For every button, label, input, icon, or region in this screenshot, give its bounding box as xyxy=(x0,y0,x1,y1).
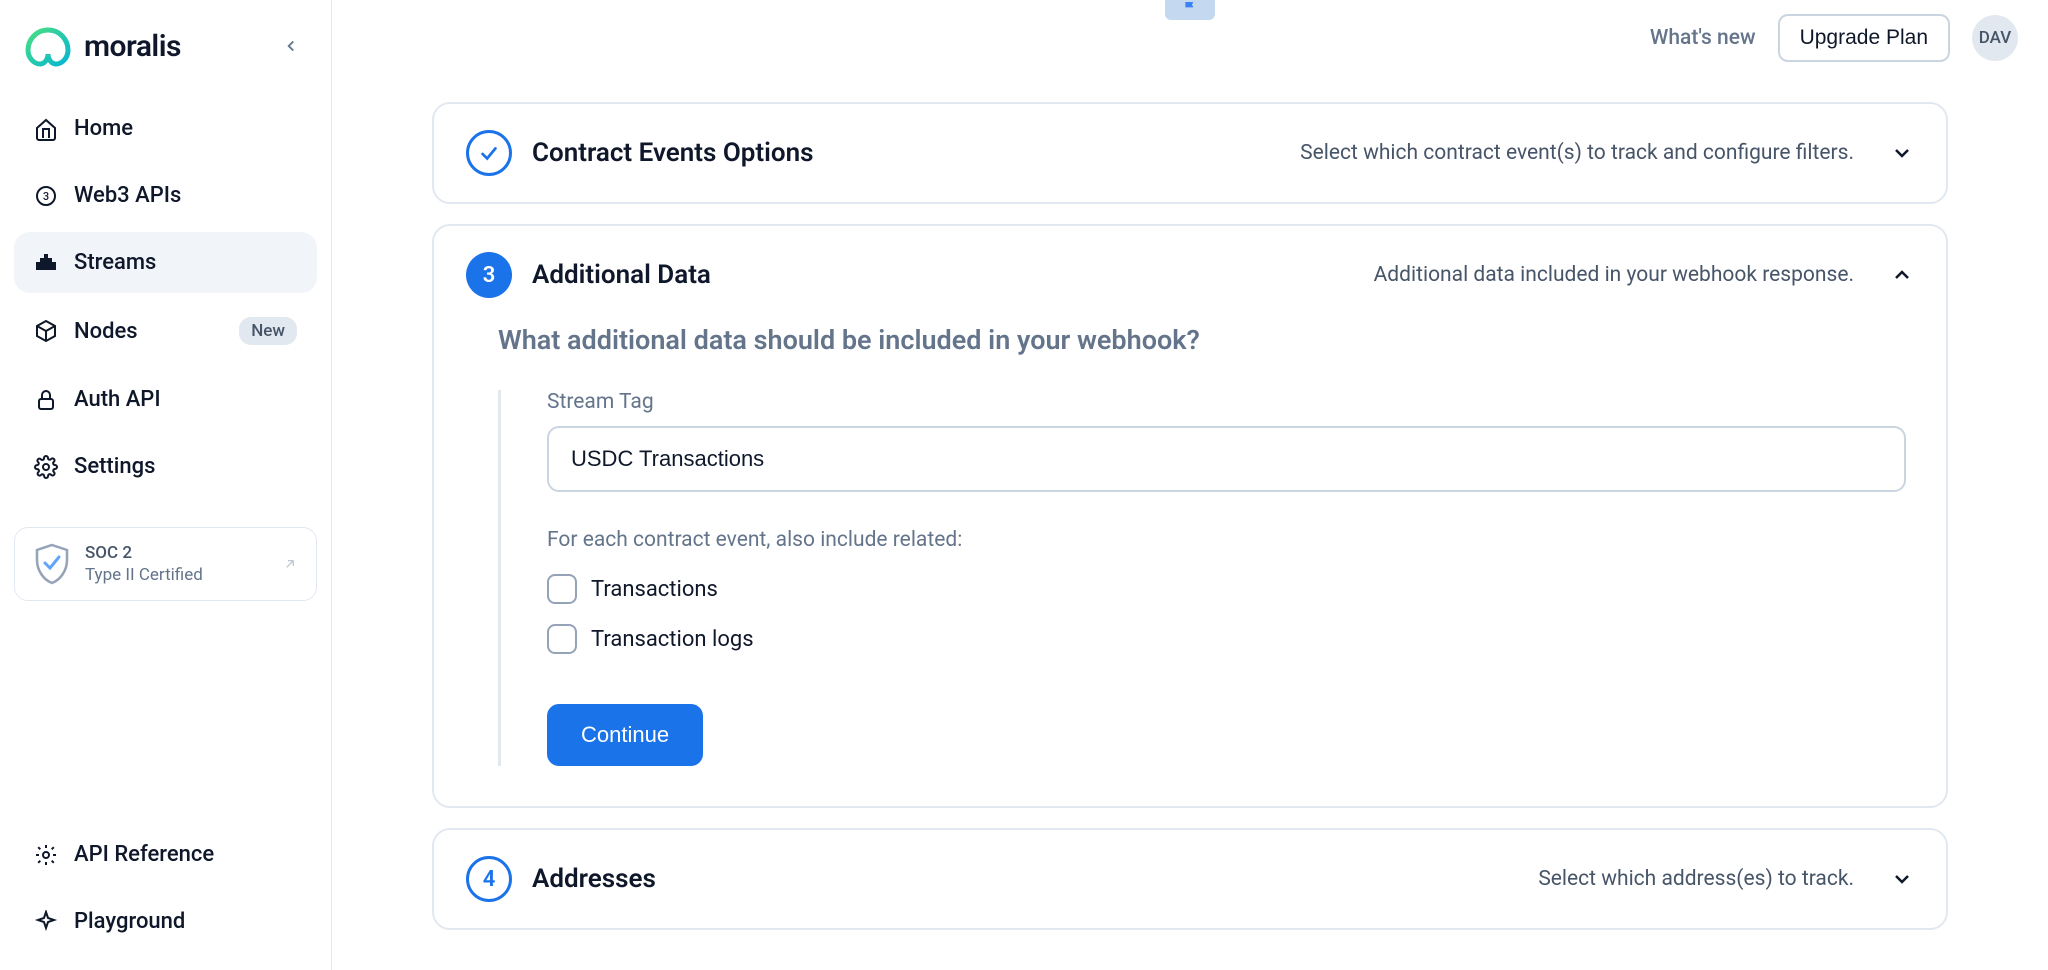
section-contract-events: Contract Events Options Select which con… xyxy=(432,102,1948,204)
chevron-up-icon xyxy=(1890,263,1914,287)
section-body: What additional data should be included … xyxy=(434,324,1946,806)
nav-label: Playground xyxy=(74,909,185,934)
chevron-down-icon xyxy=(1890,141,1914,165)
nav-label: Auth API xyxy=(74,387,161,412)
feedback-tab[interactable] xyxy=(1165,0,1215,20)
section-header-additional-data[interactable]: 3 Additional Data Additional data includ… xyxy=(434,226,1946,324)
soc2-text: SOC 2 Type II Certified xyxy=(85,542,203,586)
svg-text:3: 3 xyxy=(43,190,49,203)
wave-icon xyxy=(34,251,58,275)
home-icon xyxy=(34,117,58,141)
chevron-left-icon xyxy=(282,37,300,55)
avatar[interactable]: DAV xyxy=(1972,15,2018,61)
whats-new-link[interactable]: What's new xyxy=(1650,26,1756,50)
logo-row: moralis xyxy=(14,18,317,98)
nav-label: Streams xyxy=(74,250,156,275)
external-link-icon xyxy=(282,556,298,572)
stream-tag-label: Stream Tag xyxy=(547,390,1906,414)
checkbox-icon xyxy=(547,574,577,604)
topbar: What's new Upgrade Plan DAV xyxy=(332,0,2048,62)
checkbox-label: Transactions xyxy=(591,577,718,602)
sparkle-icon xyxy=(34,910,58,934)
nav-label: Web3 APIs xyxy=(74,183,181,208)
sidebar: moralis Home 3 Web3 APIs xyxy=(0,0,332,970)
soc2-subtitle: Type II Certified xyxy=(85,564,203,586)
main: What's new Upgrade Plan DAV Contract Eve… xyxy=(332,0,2048,970)
sidebar-item-home[interactable]: Home xyxy=(14,98,317,159)
sidebar-item-api-reference[interactable]: API Reference xyxy=(14,824,317,885)
section-subtitle: Select which contract event(s) to track … xyxy=(1300,141,1854,165)
flag-icon xyxy=(1182,0,1198,16)
sidebar-item-authapi[interactable]: Auth API xyxy=(14,369,317,430)
gear-icon xyxy=(34,843,58,867)
include-label: For each contract event, also include re… xyxy=(547,528,1906,552)
field-block: Stream Tag For each contract event, also… xyxy=(498,390,1906,766)
stream-tag-input[interactable] xyxy=(547,426,1906,492)
primary-nav: Home 3 Web3 APIs Streams Nodes New xyxy=(14,98,317,497)
section-additional-data: 3 Additional Data Additional data includ… xyxy=(432,224,1948,808)
nav-label: API Reference xyxy=(74,842,214,867)
lock-icon xyxy=(34,388,58,412)
soc2-card[interactable]: SOC 2 Type II Certified xyxy=(14,527,317,601)
nav-label: Settings xyxy=(74,454,155,479)
new-badge: New xyxy=(239,317,297,345)
step-done-icon xyxy=(466,130,512,176)
section-question: What additional data should be included … xyxy=(498,324,1906,356)
sidebar-item-web3apis[interactable]: 3 Web3 APIs xyxy=(14,165,317,226)
section-title: Contract Events Options xyxy=(532,138,814,168)
brand-name: moralis xyxy=(84,29,181,64)
section-subtitle: Select which address(es) to track. xyxy=(1538,867,1854,891)
sidebar-item-streams[interactable]: Streams xyxy=(14,232,317,293)
sidebar-item-nodes[interactable]: Nodes New xyxy=(14,299,317,363)
checkbox-transactions[interactable]: Transactions xyxy=(547,574,1906,604)
sidebar-collapse-button[interactable] xyxy=(273,28,309,64)
cube-icon: 3 xyxy=(34,184,58,208)
chevron-down-icon xyxy=(1890,867,1914,891)
section-header-contract-events[interactable]: Contract Events Options Select which con… xyxy=(434,104,1946,202)
sidebar-item-settings[interactable]: Settings xyxy=(14,436,317,497)
upgrade-plan-button[interactable]: Upgrade Plan xyxy=(1778,14,1950,62)
section-title: Additional Data xyxy=(532,260,711,290)
shield-check-icon xyxy=(33,543,71,585)
logo-icon xyxy=(22,24,74,68)
section-title: Addresses xyxy=(532,864,656,894)
step-number: 3 xyxy=(466,252,512,298)
continue-button[interactable]: Continue xyxy=(547,704,703,766)
gear-icon xyxy=(34,455,58,479)
box-icon xyxy=(34,319,58,343)
section-header-addresses[interactable]: 4 Addresses Select which address(es) to … xyxy=(434,830,1946,928)
logo[interactable]: moralis xyxy=(22,24,181,68)
step-number: 4 xyxy=(466,856,512,902)
nav-label: Nodes xyxy=(74,319,138,344)
nav-label: Home xyxy=(74,116,133,141)
soc2-title: SOC 2 xyxy=(85,542,203,564)
section-addresses: 4 Addresses Select which address(es) to … xyxy=(432,828,1948,930)
secondary-nav: API Reference Playground xyxy=(14,784,317,952)
checkbox-label: Transaction logs xyxy=(591,627,754,652)
content: Contract Events Options Select which con… xyxy=(332,62,2048,970)
sidebar-item-playground[interactable]: Playground xyxy=(14,891,317,952)
checkbox-icon xyxy=(547,624,577,654)
checkbox-transaction-logs[interactable]: Transaction logs xyxy=(547,624,1906,654)
section-subtitle: Additional data included in your webhook… xyxy=(1374,263,1854,287)
